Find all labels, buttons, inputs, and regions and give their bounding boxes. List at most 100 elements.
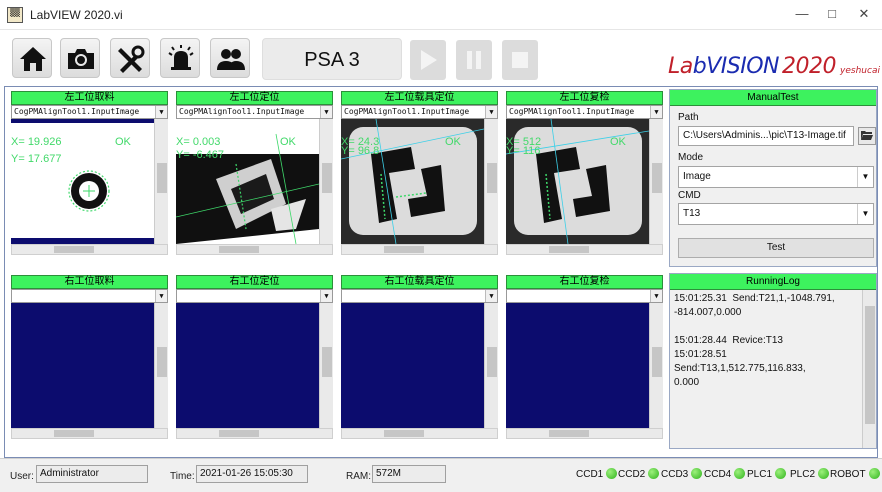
folder-open-icon: [861, 131, 873, 140]
camera-panel-right-fixture: 右工位载具定位 ▼: [341, 275, 498, 439]
cmd-select[interactable]: T13 ▼: [678, 203, 874, 225]
station-label: PSA 3: [262, 38, 402, 80]
horizontal-scrollbar[interactable]: [341, 244, 498, 255]
camera-panel-left-locate: 左工位定位 CogPMAlignTool1.InputImage ▼ X= 0.…: [176, 91, 333, 255]
chevron-down-icon[interactable]: ▼: [650, 290, 662, 302]
image-source-select[interactable]: CogPMAlignTool1.InputImage ▼: [11, 105, 168, 119]
chevron-down-icon[interactable]: ▼: [485, 290, 497, 302]
ram-field: 572M: [372, 465, 446, 483]
horizontal-scrollbar[interactable]: [11, 244, 168, 255]
close-button[interactable]: ✕: [850, 4, 878, 24]
minimize-button[interactable]: —: [788, 4, 816, 24]
pause-button[interactable]: [456, 40, 492, 80]
chevron-down-icon[interactable]: ▼: [485, 106, 497, 118]
users-icon: [217, 49, 245, 70]
alarm-bell-icon: [168, 45, 194, 70]
vertical-scrollbar[interactable]: [484, 119, 498, 244]
status-ccd4: CCD4: [704, 468, 746, 480]
home-button[interactable]: [12, 38, 52, 78]
status-ccd3: CCD3: [661, 468, 703, 480]
horizontal-scrollbar[interactable]: [176, 428, 333, 439]
status-plc1: PLC1: [747, 468, 787, 480]
camera-image-view[interactable]: [341, 303, 498, 428]
image-source-select[interactable]: ▼: [341, 289, 498, 303]
brand-logo: LabVISION 2020 yeshucai: [668, 54, 880, 79]
test-button[interactable]: Test: [678, 238, 874, 258]
window-title: LabVIEW 2020.vi: [30, 8, 123, 22]
robot-led-icon: [868, 468, 880, 479]
time-label: Time:: [170, 471, 195, 482]
plc1-led-icon: [775, 468, 787, 479]
app-icon: ▒▒: [7, 7, 23, 23]
horizontal-scrollbar[interactable]: [341, 428, 498, 439]
users-button[interactable]: [210, 38, 250, 78]
image-source-select[interactable]: ▼: [176, 289, 333, 303]
camera-panel-right-pick: 右工位取料 ▼: [11, 275, 168, 439]
main-frame: 左工位取料 CogPMAlignTool1.InputImage ▼ X= 19…: [4, 86, 878, 458]
camera-title: 左工位取料: [11, 91, 168, 105]
play-button[interactable]: [410, 40, 446, 80]
camera-title: 左工位复检: [506, 91, 663, 105]
camera-panel-right-recheck: 右工位复检 ▼: [506, 275, 663, 439]
chevron-down-icon[interactable]: ▼: [155, 290, 167, 302]
chevron-down-icon[interactable]: ▼: [320, 290, 332, 302]
horizontal-scrollbar[interactable]: [506, 244, 663, 255]
tools-button[interactable]: [110, 38, 150, 78]
camera-title: 左工位载具定位: [341, 91, 498, 105]
image-source-select[interactable]: CogPMAlignTool1.InputImage ▼: [506, 105, 663, 119]
horizontal-scrollbar[interactable]: [11, 428, 168, 439]
camera-image-view[interactable]: X= 19.926 Y= 17.677 OK: [11, 119, 168, 244]
image-source-select[interactable]: CogPMAlignTool1.InputImage ▼: [176, 105, 333, 119]
chevron-down-icon[interactable]: ▼: [155, 106, 167, 118]
user-label: User:: [10, 471, 34, 482]
path-label: Path: [678, 112, 699, 123]
camera-image-view[interactable]: X= 24.3 Y= 96.8 OK: [341, 119, 498, 244]
cmd-label: CMD: [678, 190, 701, 201]
mode-select[interactable]: Image ▼: [678, 166, 874, 188]
vertical-scrollbar[interactable]: [154, 119, 168, 244]
image-source-select[interactable]: CogPMAlignTool1.InputImage ▼: [341, 105, 498, 119]
vertical-scrollbar[interactable]: [319, 303, 333, 428]
maximize-button[interactable]: □: [818, 4, 846, 24]
camera-title: 右工位取料: [11, 275, 168, 289]
camera-title: 右工位定位: [176, 275, 333, 289]
chevron-down-icon[interactable]: ▼: [320, 106, 332, 118]
stop-button[interactable]: [502, 40, 538, 80]
camera-image-view[interactable]: [506, 303, 663, 428]
status-ccd1: CCD1: [576, 468, 618, 480]
alarm-button[interactable]: [160, 38, 200, 78]
window-title-bar: ▒▒ LabVIEW 2020.vi — □ ✕: [0, 0, 882, 30]
image-source-select[interactable]: ▼: [506, 289, 663, 303]
camera-image-view[interactable]: X= 512 Y= 116 OK: [506, 119, 663, 244]
image-source-select[interactable]: ▼: [11, 289, 168, 303]
result-y: Y= 116: [506, 145, 541, 157]
ccd1-led-icon: [606, 468, 618, 479]
vertical-scrollbar[interactable]: [319, 119, 333, 244]
vertical-scrollbar[interactable]: [484, 303, 498, 428]
camera-image-view[interactable]: X= 0.003 Y= -6.467 OK: [176, 119, 333, 244]
camera-panel-left-pick: 左工位取料 CogPMAlignTool1.InputImage ▼ X= 19…: [11, 91, 168, 255]
path-input[interactable]: C:\Users\Adminis...\pic\T13-Image.tif: [678, 126, 854, 146]
play-icon: [421, 50, 437, 70]
running-log-text: 15:01:25.31 Send:T21,1,-1048.791, -814.0…: [674, 293, 835, 388]
log-scrollbar[interactable]: [862, 290, 876, 448]
chevron-down-icon[interactable]: ▼: [650, 106, 662, 118]
user-field: Administrator: [36, 465, 148, 483]
vertical-scrollbar[interactable]: [649, 119, 663, 244]
horizontal-scrollbar[interactable]: [176, 244, 333, 255]
horizontal-scrollbar[interactable]: [506, 428, 663, 439]
manual-test-panel: ManualTest Path C:\Users\Adminis...\pic\…: [669, 89, 877, 267]
browse-button[interactable]: [858, 127, 876, 145]
ccd2-led-icon: [648, 468, 660, 479]
result-y: Y= 17.677: [11, 153, 62, 165]
chevron-down-icon[interactable]: ▼: [857, 167, 873, 187]
vertical-scrollbar[interactable]: [649, 303, 663, 428]
vertical-scrollbar[interactable]: [154, 303, 168, 428]
camera-image-view[interactable]: [176, 303, 333, 428]
camera-button[interactable]: [60, 38, 100, 78]
time-field: 2021-01-26 15:05:30: [196, 465, 308, 483]
stop-icon: [512, 52, 528, 68]
chevron-down-icon[interactable]: ▼: [857, 204, 873, 224]
camera-image-view[interactable]: [11, 303, 168, 428]
result-x: X= 19.926: [11, 136, 62, 148]
